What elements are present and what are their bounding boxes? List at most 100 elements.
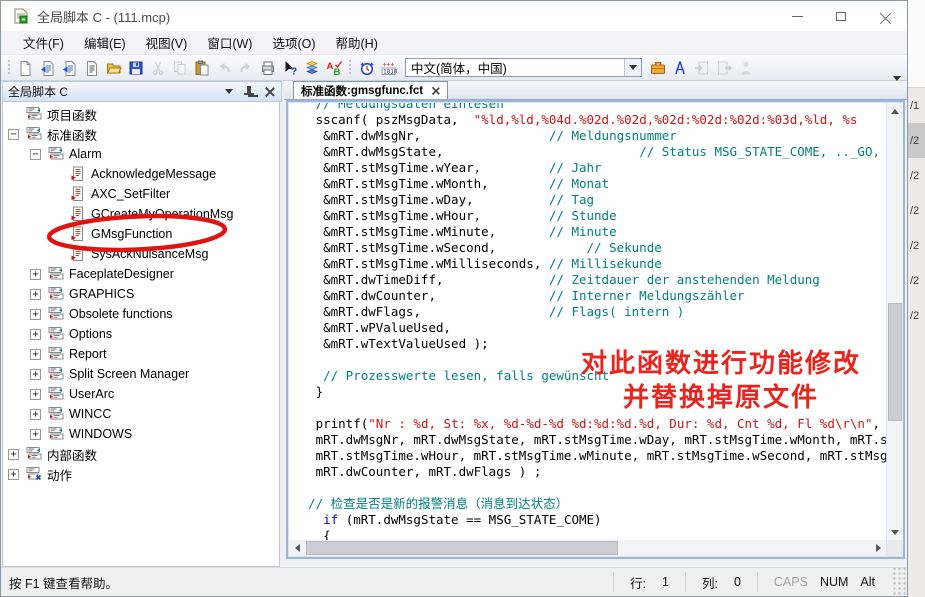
pin-icon[interactable]: [242, 85, 256, 99]
horizontal-scrollbar[interactable]: [289, 540, 886, 556]
tree-item-axc-setfilter[interactable]: AXC_SetFilter: [3, 184, 279, 204]
plus-expander-icon[interactable]: +: [30, 409, 41, 420]
new-file-icon[interactable]: [15, 57, 37, 79]
func-icon: [70, 186, 86, 202]
annotation-line-2: 并替换掉原文件: [541, 381, 886, 415]
group-icon: [48, 146, 64, 162]
toolbar: ? AB +++1010 中文(简体，中国): [1, 55, 907, 81]
plus-expander-icon[interactable]: +: [30, 309, 41, 320]
titlebar: 全局脚本 C - (111.mcp): [1, 1, 907, 31]
window-title: 全局脚本 C - (111.mcp): [37, 7, 170, 26]
export-icon: [713, 57, 735, 79]
code-line: &mRT.stMsgTime.wYear, // Jahr: [293, 160, 886, 176]
tree-item-report[interactable]: +Report: [3, 344, 279, 364]
group-icon: [48, 406, 64, 422]
status-line-indicator: 行: 1: [613, 572, 685, 592]
close-button[interactable]: [863, 1, 907, 31]
open-icon[interactable]: [103, 57, 125, 79]
tree-item-options[interactable]: +Options: [3, 324, 279, 344]
vertical-scroll-thumb[interactable]: [888, 303, 902, 421]
tree-item-windows[interactable]: +WINDOWS: [3, 424, 279, 444]
tab-list-chevron-icon[interactable]: [893, 81, 901, 99]
toolbar-grip[interactable]: [348, 59, 353, 76]
spellcheck-icon[interactable]: AB: [323, 57, 345, 79]
plus-expander-icon[interactable]: +: [30, 369, 41, 380]
tab-file-label: gmsgfunc.fct: [351, 85, 423, 97]
scroll-down-icon[interactable]: [887, 524, 903, 540]
tree-item-sysacknuisancemsg[interactable]: SysAckNuisanceMsg: [3, 244, 279, 264]
tree-item-wincc[interactable]: +WINCC: [3, 404, 279, 424]
print-icon[interactable]: [257, 57, 279, 79]
tree-item-node-17[interactable]: +内部函数: [3, 444, 279, 464]
plus-expander-icon[interactable]: +: [30, 289, 41, 300]
new-standard-function-icon[interactable]: [59, 57, 81, 79]
plus-expander-icon[interactable]: +: [30, 329, 41, 340]
tree-item-node-1[interactable]: − 标准函数: [3, 124, 279, 144]
tab-gmsgfunc[interactable]: 标准函数 : gmsgfunc.fct: [293, 81, 448, 99]
func-icon: [70, 246, 86, 262]
tree-item-acknowledgemessage[interactable]: AcknowledgeMessage: [3, 164, 279, 184]
code-editor[interactable]: // Meldungsdaten einlesen sscanf( pszMsg…: [289, 103, 886, 540]
counter-icon[interactable]: +++1010: [378, 57, 400, 79]
menu-item[interactable]: 文件(F): [13, 30, 74, 55]
project-icon[interactable]: [647, 57, 669, 79]
tree-item-gcreatemyoperationmsg[interactable]: GCreateMyOperationMsg: [3, 204, 279, 224]
tree-item-node-18[interactable]: +动作: [3, 464, 279, 484]
scroll-right-icon[interactable]: [870, 540, 886, 556]
screen: 全局脚本 C - (111.mcp) 文件(F)编辑(E)视图(V)窗口(W)选…: [0, 0, 925, 597]
language-combo[interactable]: 中文(简体，中国): [405, 58, 642, 77]
group-icon: [48, 346, 64, 362]
plus-expander-icon[interactable]: +: [30, 429, 41, 440]
tree-item-split-screen-manager[interactable]: +Split Screen Manager: [3, 364, 279, 384]
minus-expander-icon[interactable]: −: [8, 129, 19, 140]
timer-icon[interactable]: [356, 57, 378, 79]
tree-item-userarc[interactable]: +UserArc: [3, 384, 279, 404]
save-icon[interactable]: [125, 57, 147, 79]
tree-item-label: GMsgFunction: [91, 227, 172, 241]
menu-item[interactable]: 视图(V): [136, 30, 198, 55]
maximize-button[interactable]: [819, 1, 863, 31]
new-action-icon[interactable]: [81, 57, 103, 79]
tab-close-icon[interactable]: [432, 87, 439, 94]
tree-item-alarm[interactable]: −Alarm: [3, 144, 279, 164]
plus-expander-icon[interactable]: +: [30, 389, 41, 400]
background-fragment: /2: [908, 158, 925, 193]
tree-item-label: 标准函数: [47, 125, 97, 144]
delete-actions-icon: [735, 57, 757, 79]
maximize-icon: [836, 12, 846, 21]
chevron-down-icon[interactable]: [624, 59, 641, 76]
close-icon[interactable]: [262, 85, 276, 99]
tree-item-graphics[interactable]: + GRAPHICS: [3, 284, 279, 304]
tree-item-node-0[interactable]: 项目函数: [3, 104, 279, 124]
calipers-icon[interactable]: [669, 57, 691, 79]
compile-icon[interactable]: [301, 57, 323, 79]
resize-grip[interactable]: [891, 568, 907, 596]
chevron-down-icon[interactable]: [222, 85, 236, 99]
menu-item[interactable]: 选项(O): [262, 30, 325, 55]
code-line: &mRT.stMsgTime.wHour, // Stunde: [293, 208, 886, 224]
menu-item[interactable]: 帮助(H): [326, 30, 388, 55]
toolbar-grip[interactable]: [7, 59, 12, 76]
scroll-up-icon[interactable]: [887, 103, 903, 119]
minimize-button[interactable]: [775, 1, 819, 31]
tree-item-gmsgfunction[interactable]: GMsgFunction: [3, 224, 279, 244]
plus-expander-icon[interactable]: +: [8, 449, 19, 460]
vertical-scrollbar[interactable]: [887, 103, 903, 540]
app-icon: [13, 8, 29, 24]
tree-item-faceplatedesigner[interactable]: +FaceplateDesigner: [3, 264, 279, 284]
paste-icon[interactable]: [191, 57, 213, 79]
menu-item[interactable]: 编辑(E): [74, 30, 136, 55]
plus-expander-icon[interactable]: +: [30, 349, 41, 360]
tree-item-obsolete-functions[interactable]: +Obsolete functions: [3, 304, 279, 324]
horizontal-scroll-thumb[interactable]: [306, 541, 618, 555]
help-pointer-icon[interactable]: ?: [279, 57, 301, 79]
scroll-left-icon[interactable]: [289, 540, 305, 556]
minus-expander-icon[interactable]: −: [30, 149, 41, 160]
new-project-function-icon[interactable]: [37, 57, 59, 79]
tree-item-label: GRAPHICS: [69, 287, 134, 301]
minimize-icon: [792, 16, 803, 17]
menu-item[interactable]: 窗口(W): [197, 30, 262, 55]
plus-expander-icon[interactable]: +: [30, 269, 41, 280]
plus-expander-icon[interactable]: +: [8, 469, 19, 480]
code-line: &mRT.dwMsgNr, // Meldungsnummer: [293, 128, 886, 144]
